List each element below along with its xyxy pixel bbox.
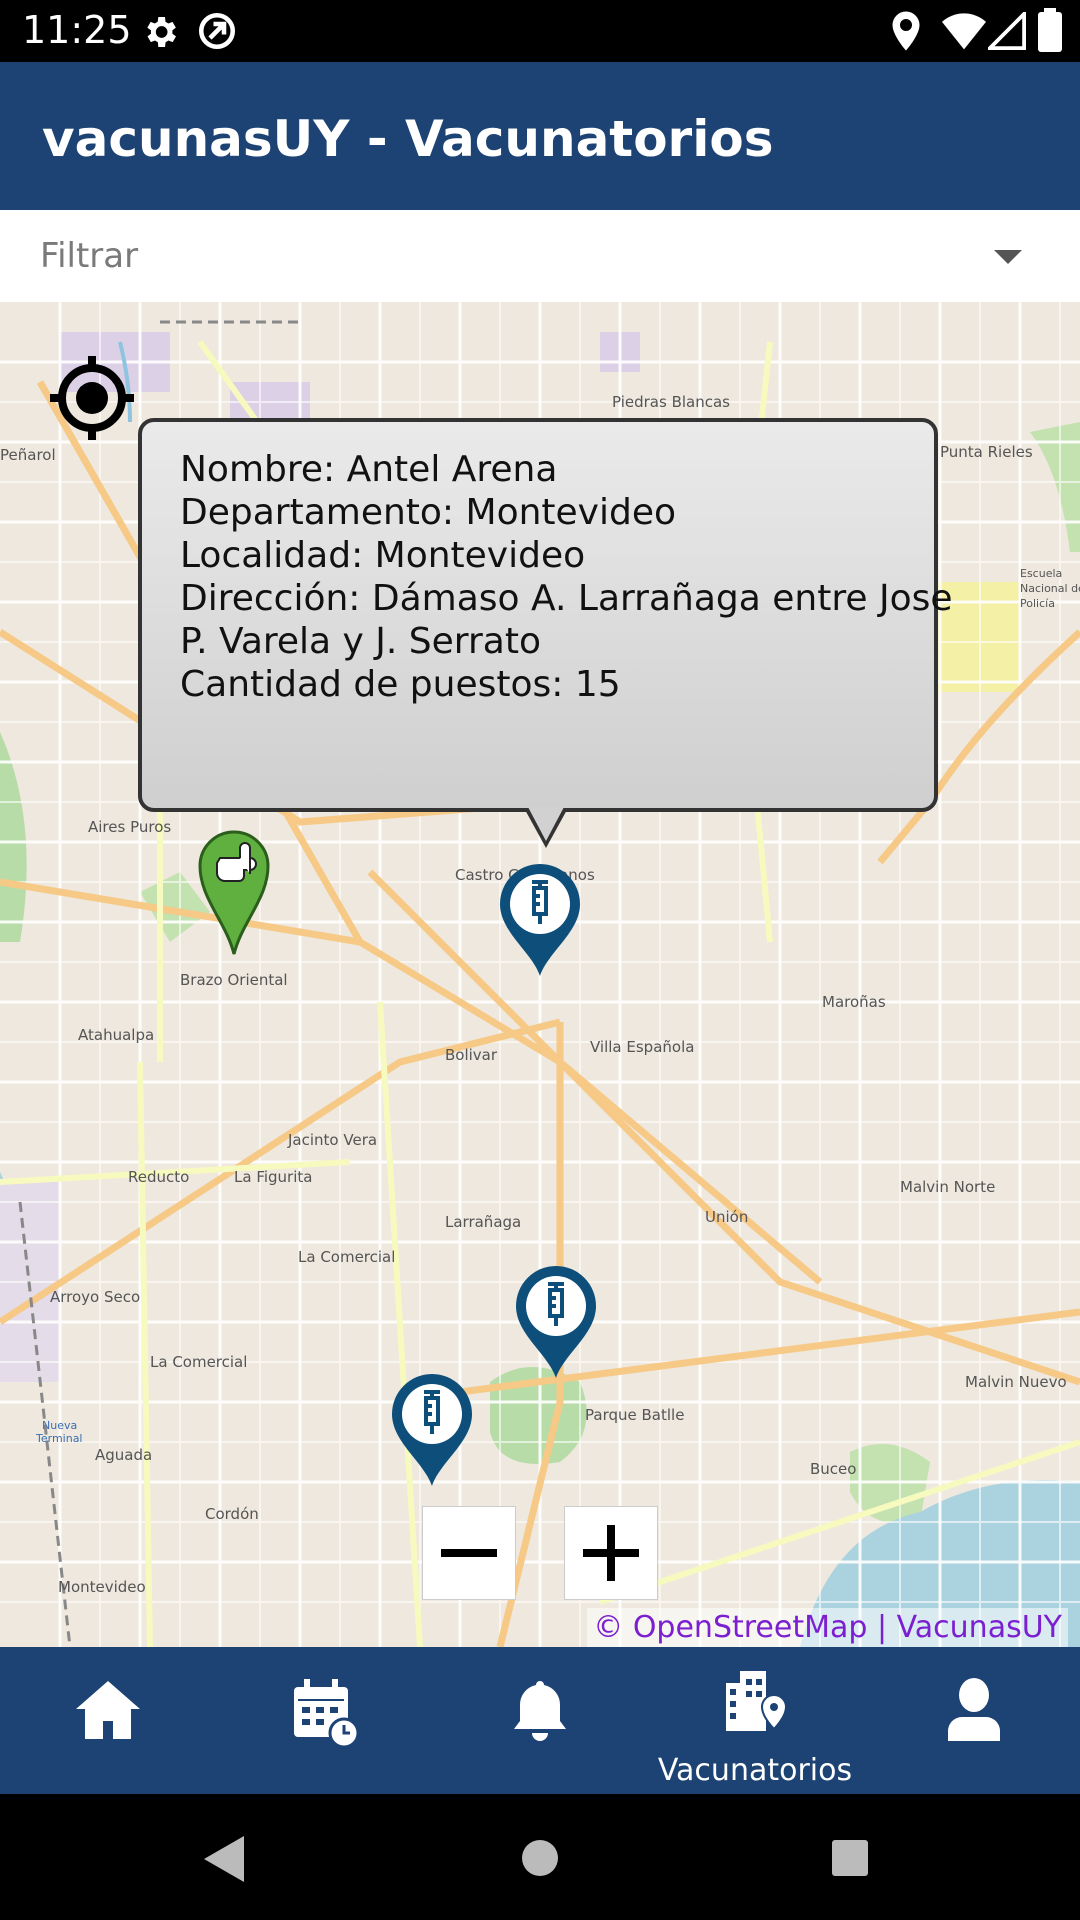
gear-icon: [147, 17, 176, 47]
chevron-down-icon[interactable]: [994, 250, 1022, 264]
svg-text:Terminal: Terminal: [35, 1432, 83, 1445]
back-icon[interactable]: [200, 1834, 248, 1884]
svg-text:Nacional de: Nacional de: [1020, 582, 1080, 595]
popup-line-departamento: Departamento: Montevideo: [180, 492, 677, 533]
filter-placeholder: Filtrar: [40, 236, 139, 276]
svg-text:Escuela: Escuela: [1020, 567, 1062, 580]
popup-tail-fill: [528, 807, 564, 841]
app-bar: vacunasUY - Vacunatorios: [0, 62, 1080, 210]
nav-profile[interactable]: [912, 1647, 1032, 1794]
vacunatorio-marker[interactable]: [496, 860, 584, 978]
filter-dropdown[interactable]: Filtrar: [0, 210, 1080, 302]
minus-icon: [441, 1549, 497, 1557]
map-attribution[interactable]: © OpenStreetMap | VacunasUY: [587, 1608, 1068, 1647]
status-bar: 11:25: [0, 0, 1080, 62]
svg-text:Malvin Nuevo: Malvin Nuevo: [965, 1373, 1067, 1391]
popup-line-puestos: Cantidad de puestos: 15: [180, 664, 621, 705]
popup-line-direccion-cont: P. Varela y J. Serrato: [180, 621, 541, 662]
nav-vacunatorios[interactable]: Vacunatorios: [640, 1647, 870, 1794]
svg-text:La Figurita: La Figurita: [234, 1168, 312, 1186]
svg-text:Cordón: Cordón: [205, 1505, 259, 1523]
svg-text:La Comercial: La Comercial: [298, 1248, 395, 1266]
svg-text:Buceo: Buceo: [810, 1460, 856, 1478]
svg-text:Punta Rieles: Punta Rieles: [940, 443, 1033, 461]
recents-icon[interactable]: [830, 1838, 870, 1878]
my-location-button[interactable]: [44, 350, 140, 446]
user-location-marker[interactable]: [196, 826, 272, 956]
svg-text:Parque Batlle: Parque Batlle: [585, 1406, 684, 1424]
home-icon: [76, 1681, 140, 1739]
user-icon: [948, 1678, 1000, 1741]
popup-details: Nombre: Antel Arena Departamento: Montev…: [180, 448, 953, 706]
popup-line-localidad: Localidad: Montevideo: [180, 535, 586, 576]
svg-text:Villa Española: Villa Española: [590, 1038, 694, 1056]
svg-text:Larrañaga: Larrañaga: [445, 1213, 521, 1231]
plus-icon: [583, 1525, 639, 1581]
page-title: vacunasUY - Vacunatorios: [42, 110, 774, 168]
svg-text:Aguada: Aguada: [95, 1446, 152, 1464]
svg-text:Unión: Unión: [705, 1208, 748, 1226]
calendar-clock-icon: [294, 1679, 360, 1749]
signal-icon: [988, 12, 1026, 50]
location-icon: [892, 11, 920, 51]
bell-icon: [514, 1681, 566, 1741]
svg-text:Nueva: Nueva: [42, 1419, 77, 1432]
nav-home[interactable]: [48, 1647, 168, 1794]
popup-line-direccion: Dirección: Dámaso A. Larrañaga entre Jos…: [180, 578, 953, 619]
svg-text:Arroyo Seco: Arroyo Seco: [50, 1288, 140, 1306]
status-time: 11:25: [22, 8, 132, 52]
svg-text:Policía: Policía: [1020, 597, 1055, 610]
vacunatorio-marker[interactable]: [388, 1370, 476, 1488]
building-location-icon: [726, 1671, 788, 1731]
home-circle-icon[interactable]: [520, 1838, 560, 1878]
nav-notifications[interactable]: [480, 1647, 600, 1794]
sync-icon: [198, 12, 236, 50]
svg-text:Maroñas: Maroñas: [822, 993, 886, 1011]
svg-text:Peñarol: Peñarol: [0, 446, 56, 464]
system-navigation-bar: [0, 1794, 1080, 1920]
svg-text:Atahualpa: Atahualpa: [78, 1026, 154, 1044]
zoom-in-button[interactable]: [564, 1506, 658, 1600]
svg-text:Bolivar: Bolivar: [445, 1046, 498, 1064]
battery-icon: [1038, 8, 1062, 52]
vacunatorio-info-popup[interactable]: Nombre: Antel Arena Departamento: Montev…: [138, 418, 953, 848]
nav-calendar[interactable]: [264, 1647, 384, 1794]
bottom-navigation: Vacunatorios: [0, 1647, 1080, 1794]
zoom-out-button[interactable]: [422, 1506, 516, 1600]
popup-line-nombre: Nombre: Antel Arena: [180, 449, 558, 490]
nav-vacunatorios-label: Vacunatorios: [657, 1753, 853, 1788]
svg-text:Jacinto Vera: Jacinto Vera: [287, 1131, 377, 1149]
vacunatorio-marker[interactable]: [512, 1262, 600, 1380]
svg-text:Montevideo: Montevideo: [58, 1578, 146, 1596]
svg-text:Reducto: Reducto: [128, 1168, 189, 1186]
svg-text:La Comercial: La Comercial: [150, 1353, 247, 1371]
svg-text:Brazo Oriental: Brazo Oriental: [180, 971, 288, 989]
svg-text:Piedras Blancas: Piedras Blancas: [612, 393, 730, 411]
svg-text:Aires Puros: Aires Puros: [88, 818, 171, 836]
svg-text:Malvin Norte: Malvin Norte: [900, 1178, 995, 1196]
wifi-icon: [942, 13, 986, 50]
